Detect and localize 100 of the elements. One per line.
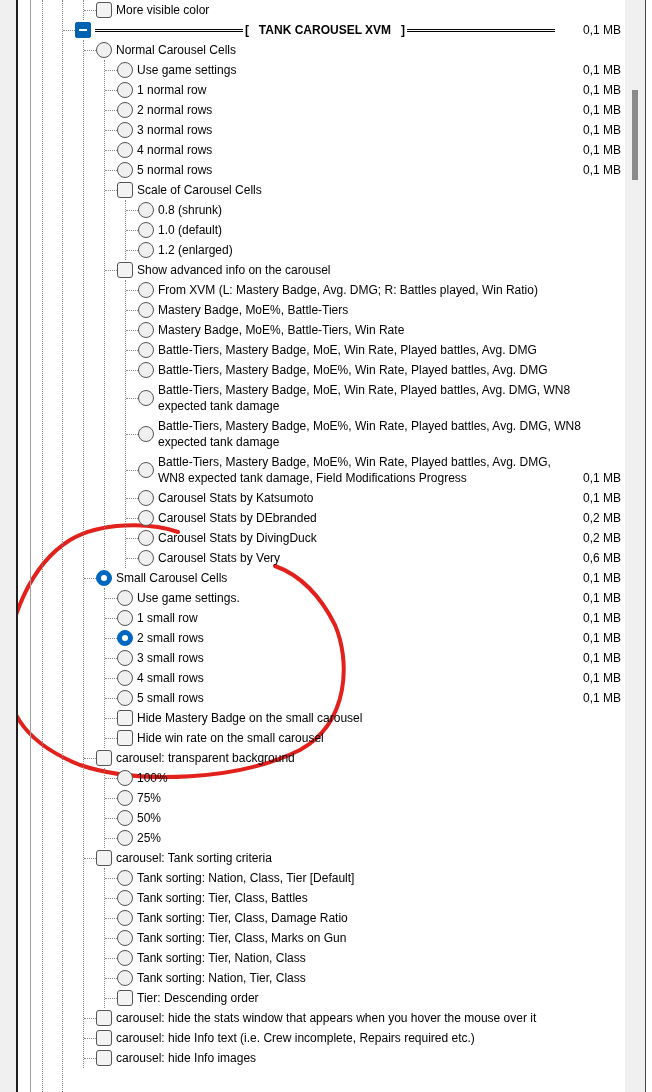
radio-button[interactable] xyxy=(138,530,154,546)
option-label[interactable]: Tank sorting: Tier, Class, Battles xyxy=(137,888,621,908)
radio-button[interactable] xyxy=(138,202,154,218)
radio-button[interactable] xyxy=(117,670,133,686)
option-label[interactable]: Carousel Stats by DEbranded xyxy=(158,508,575,528)
checkbox[interactable] xyxy=(96,1050,112,1066)
scrollbar-thumb[interactable] xyxy=(632,90,638,180)
option-label[interactable]: Tank sorting: Tier, Nation, Class xyxy=(137,948,621,968)
radio-button[interactable] xyxy=(138,282,154,298)
option-label[interactable]: Tank sorting: Tier, Class, Marks on Gun xyxy=(137,928,621,948)
option-label[interactable]: Scale of Carousel Cells xyxy=(137,180,621,200)
radio-button[interactable] xyxy=(117,950,133,966)
radio-button[interactable] xyxy=(117,142,133,158)
option-label[interactable]: Tank sorting: Nation, Tier, Class xyxy=(137,968,621,988)
collapse-toggle[interactable] xyxy=(75,22,91,38)
option-label[interactable]: More visible color xyxy=(116,0,621,20)
radio-button[interactable] xyxy=(117,770,133,786)
radio-button[interactable] xyxy=(138,550,154,566)
radio-button[interactable] xyxy=(117,830,133,846)
option-label[interactable]: 25% xyxy=(137,828,621,848)
option-label[interactable]: Battle-Tiers, Mastery Badge, MoE%, Win Rate, Played battles, Avg. DMG xyxy=(158,360,621,380)
radio-button[interactable] xyxy=(117,930,133,946)
radio-button[interactable] xyxy=(117,62,133,78)
radio-button[interactable] xyxy=(138,242,154,258)
checkbox[interactable] xyxy=(117,262,133,278)
radio-button[interactable] xyxy=(138,426,154,442)
size-label: 0,2 MB xyxy=(583,530,621,547)
checkbox[interactable] xyxy=(96,1010,112,1026)
radio-button[interactable] xyxy=(117,162,133,178)
option-label[interactable]: Tier: Descending order xyxy=(137,988,621,1008)
radio-button[interactable] xyxy=(117,610,133,626)
radio-button[interactable] xyxy=(117,790,133,806)
option-label[interactable]: Use game settings xyxy=(137,60,575,80)
option-label[interactable]: carousel: hide Info text (i.e. Crew incomplete, Repairs required etc.) xyxy=(116,1028,621,1048)
radio-button[interactable] xyxy=(117,690,133,706)
radio-button[interactable] xyxy=(96,42,112,58)
checkbox[interactable] xyxy=(117,730,133,746)
radio-button[interactable] xyxy=(138,302,154,318)
option-label[interactable]: 2 small rows xyxy=(137,628,575,648)
option-label[interactable]: 3 small rows xyxy=(137,648,575,668)
radio-button[interactable] xyxy=(138,222,154,238)
radio-button[interactable] xyxy=(117,890,133,906)
radio-button[interactable] xyxy=(117,970,133,986)
radio-button[interactable] xyxy=(96,570,112,586)
checkbox[interactable] xyxy=(117,182,133,198)
option-label[interactable]: 5 normal rows xyxy=(137,160,575,180)
checkbox[interactable] xyxy=(117,990,133,1006)
radio-button[interactable] xyxy=(138,462,154,478)
radio-button[interactable] xyxy=(117,910,133,926)
radio-button[interactable] xyxy=(138,322,154,338)
radio-button[interactable] xyxy=(117,810,133,826)
radio-button[interactable] xyxy=(117,650,133,666)
checkbox[interactable] xyxy=(96,850,112,866)
option-label[interactable]: 5 small rows xyxy=(137,688,575,708)
option-label[interactable]: 0.8 (shrunk) xyxy=(158,200,621,220)
option-label[interactable]: From XVM (L: Mastery Badge, Avg. DMG; R: Battles played, Win Ratio) xyxy=(158,280,621,300)
radio-button[interactable] xyxy=(138,390,154,406)
option-label[interactable]: Mastery Badge, MoE%, Battle-Tiers, Win Rate xyxy=(158,320,621,340)
option-label[interactable]: Use game settings. xyxy=(137,588,575,608)
option-label[interactable]: Battle-Tiers, Mastery Badge, MoE%, Win Rate, Played battles, Avg. DMG, WN8 expected tank damage xyxy=(158,416,621,452)
option-label[interactable]: Mastery Badge, MoE%, Battle-Tiers xyxy=(158,300,621,320)
checkbox[interactable] xyxy=(96,750,112,766)
option-label[interactable]: Battle-Tiers, Mastery Badge, MoE, Win Rate, Played battles, Avg. DMG, WN8 expected tank damage xyxy=(158,380,621,416)
radio-button[interactable] xyxy=(117,102,133,118)
option-label[interactable]: 1.0 (default) xyxy=(158,220,621,240)
option-label[interactable]: Carousel Stats by DivingDuck xyxy=(158,528,575,548)
option-label[interactable]: Small Carousel Cells xyxy=(116,568,575,588)
radio-button[interactable] xyxy=(138,510,154,526)
option-label[interactable]: 3 normal rows xyxy=(137,120,575,140)
option-label[interactable]: 1 small row xyxy=(137,608,575,628)
option-label[interactable]: carousel: hide Info images xyxy=(116,1048,621,1068)
option-label[interactable]: 4 normal rows xyxy=(137,140,575,160)
radio-button[interactable] xyxy=(117,630,133,646)
option-label[interactable]: Show advanced info on the carousel xyxy=(137,260,621,280)
checkbox[interactable] xyxy=(96,1030,112,1046)
option-label[interactable]: 75% xyxy=(137,788,621,808)
option-label[interactable]: 1 normal row xyxy=(137,80,575,100)
option-label[interactable]: Tank sorting: Nation, Class, Tier [Default] xyxy=(137,868,621,888)
radio-button[interactable] xyxy=(117,870,133,886)
radio-button[interactable] xyxy=(117,590,133,606)
option-label[interactable]: Carousel Stats by Katsumoto xyxy=(158,488,575,508)
option-label[interactable]: carousel: Tank sorting criteria xyxy=(116,848,621,868)
size-label: 0,1 MB xyxy=(583,142,621,159)
option-label[interactable]: Carousel Stats by Very xyxy=(158,548,575,568)
option-label[interactable]: Battle-Tiers, Mastery Badge, MoE%, Win Rate, Played battles, Avg. DMG, WN8 expected tank damage, Field Modifications Progress xyxy=(158,452,575,488)
option-label[interactable]: Battle-Tiers, Mastery Badge, MoE, Win Rate, Played battles, Avg. DMG xyxy=(158,340,621,360)
option-label[interactable]: Tank sorting: Tier, Class, Damage Ratio xyxy=(137,908,621,928)
radio-button[interactable] xyxy=(138,362,154,378)
radio-button[interactable] xyxy=(138,342,154,358)
radio-button[interactable] xyxy=(138,490,154,506)
radio-button[interactable] xyxy=(117,82,133,98)
option-label[interactable]: 2 normal rows xyxy=(137,100,575,120)
option-label[interactable]: 1.2 (enlarged) xyxy=(158,240,621,260)
checkbox[interactable] xyxy=(96,2,112,18)
option-label[interactable]: Normal Carousel Cells xyxy=(116,40,621,60)
option-label[interactable]: 50% xyxy=(137,808,621,828)
option-label[interactable]: 4 small rows xyxy=(137,668,575,688)
option-label[interactable]: carousel: hide the stats window that appears when you hover the mouse over it xyxy=(116,1008,621,1028)
radio-button[interactable] xyxy=(117,122,133,138)
checkbox[interactable] xyxy=(117,710,133,726)
